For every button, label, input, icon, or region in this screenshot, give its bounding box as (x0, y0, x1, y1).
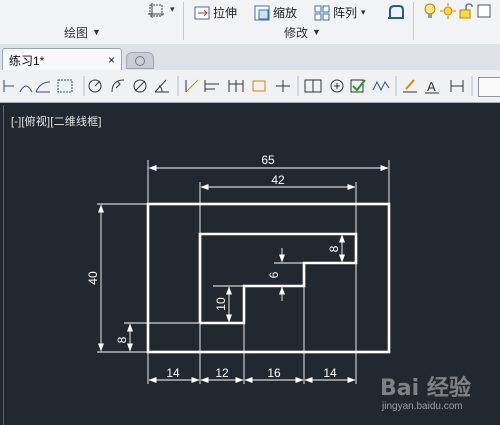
jogged-icon[interactable] (111, 79, 125, 93)
edit-dimension-icon[interactable] (403, 79, 417, 93)
watermark-logo: Bai 经验 (380, 376, 471, 401)
unlock-icon[interactable] (458, 3, 474, 19)
scale-button[interactable]: 缩放 (254, 3, 297, 22)
new-tab-button[interactable] (126, 52, 154, 69)
tab-document-label: 练习1* (9, 53, 45, 68)
update-icon[interactable] (450, 80, 464, 92)
document-tab-bar: 练习1* × (0, 44, 500, 71)
sun-icon[interactable] (440, 3, 456, 19)
watermark: Bai 经验 jingyan.baidu.com (380, 370, 498, 422)
array-icon (314, 5, 330, 21)
chevron-down-icon: ▼ (92, 27, 101, 37)
angular-icon[interactable] (154, 79, 169, 93)
diameter-icon[interactable] (133, 79, 147, 93)
view-control[interactable]: [俯视] (21, 116, 50, 128)
ordinate-icon[interactable] (35, 81, 51, 93)
svg-text:A: A (427, 79, 436, 94)
dimbreak-icon[interactable] (276, 80, 290, 92)
array-button[interactable]: 阵列 ▾ (314, 3, 366, 22)
close-icon[interactable]: × (108, 53, 115, 67)
rectangle-dropdown-icon[interactable]: ▾ (170, 4, 175, 15)
viewport-menu-control[interactable]: [-] (11, 116, 21, 128)
panel-modify-text: 修改 (284, 25, 309, 40)
trim-tool-icon[interactable] (387, 3, 404, 19)
scale-label: 缩放 (273, 6, 298, 20)
dimstyle-dropdown[interactable] (478, 77, 500, 97)
chevron-down-icon: ▼ (312, 27, 321, 37)
array-label: 阵列 (333, 6, 358, 20)
jogged-linear-icon[interactable] (372, 80, 390, 92)
ribbon-draw-partial[interactable] (0, 0, 70, 19)
panel-draw-label[interactable]: 绘图 ▼ (64, 25, 101, 40)
toolbar-icons: A (3, 76, 473, 96)
linear-dimension-icon[interactable] (3, 80, 14, 92)
inspect-icon[interactable] (350, 79, 366, 93)
aligned-dimension-icon[interactable] (57, 79, 73, 93)
lightbulb-icon[interactable] (422, 3, 438, 19)
edit-text-icon[interactable]: A (425, 79, 439, 94)
ribbon-separator (413, 2, 414, 40)
baseline-icon[interactable] (204, 80, 219, 92)
layer-color-icon[interactable] (476, 3, 492, 19)
ribbon-separator (183, 2, 184, 40)
rectangle-tool-icon[interactable] (148, 2, 164, 18)
radius-icon[interactable] (88, 79, 102, 93)
array-dropdown-icon[interactable]: ▾ (361, 7, 366, 18)
center-mark-icon[interactable] (330, 79, 344, 93)
stretch-icon (194, 5, 210, 21)
viewport-border (3, 105, 4, 425)
tab-document[interactable]: 练习1* × (2, 48, 122, 71)
ribbon: ▾ 拉伸 缩放 阵列 ▾ 绘图 ▼ 修改 ▼ (0, 0, 500, 45)
quick-dimension-icon[interactable] (185, 79, 199, 93)
scale-icon (254, 5, 270, 21)
visual-style-control[interactable]: [二维线框] (50, 116, 101, 128)
panel-draw-text: 绘图 (64, 25, 89, 40)
panel-modify-label[interactable]: 修改 ▼ (284, 25, 321, 40)
watermark-url: jingyan.baidu.com (382, 401, 463, 412)
tolerance-icon[interactable] (304, 79, 322, 93)
stretch-label: 拉伸 (213, 6, 238, 20)
continue-icon[interactable] (228, 80, 244, 92)
viewport-controls[interactable]: [-][俯视][二维线框] (11, 113, 102, 129)
arc-length-icon[interactable] (19, 85, 33, 93)
dimspace-icon[interactable] (252, 80, 266, 92)
dimension-toolbar: A (0, 70, 500, 103)
stretch-button[interactable]: 拉伸 (194, 3, 237, 22)
